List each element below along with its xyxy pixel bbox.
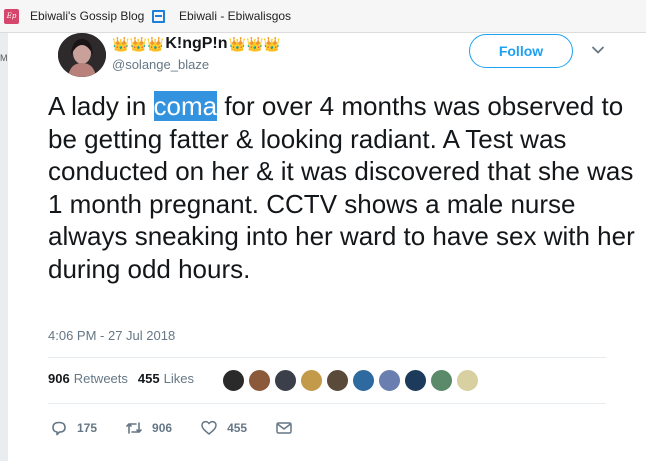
follow-button[interactable]: Follow xyxy=(469,34,573,68)
tweet-text-part: A lady in xyxy=(48,91,154,121)
retweets-label[interactable]: Retweets xyxy=(74,371,128,386)
tweet-actions: 175 906 455 xyxy=(50,419,321,437)
liker-avatar[interactable] xyxy=(274,369,297,392)
author-name-row[interactable]: 👑 👑 👑 K!ngP!n 👑 👑 👑 xyxy=(112,35,281,53)
liker-avatar[interactable] xyxy=(430,369,453,392)
direct-message-action[interactable] xyxy=(275,419,293,437)
bookmark-ebiwali-gossip-blog[interactable]: Ep Ebiwali's Gossip Blog xyxy=(4,8,152,24)
heart-icon xyxy=(201,420,217,435)
bookmarks-bar: Ep Ebiwali's Gossip Blog Ebiwali - Ebiwa… xyxy=(0,0,646,33)
liker-avatar[interactable] xyxy=(222,369,245,392)
reply-count: 175 xyxy=(77,421,98,435)
page-favicon-icon xyxy=(152,9,165,23)
selected-text-highlight: coma xyxy=(153,91,218,121)
liker-avatar[interactable] xyxy=(248,369,271,392)
envelope-icon xyxy=(276,422,292,434)
tweet-text: A lady in coma for over 4 months was obs… xyxy=(48,90,638,285)
likes-count[interactable]: 455 xyxy=(138,371,160,386)
chevron-down-icon[interactable] xyxy=(591,43,605,57)
user-handle[interactable]: @solange_blaze xyxy=(112,57,209,72)
ebiwali-favicon-icon: Ep xyxy=(4,8,19,24)
liker-avatars xyxy=(222,369,482,392)
crown-icon: 👑 xyxy=(263,35,281,52)
bookmark-label: Ebiwali - Ebiwalisgos xyxy=(179,9,292,23)
likes-label[interactable]: Likes xyxy=(164,371,194,386)
liker-avatar[interactable] xyxy=(326,369,349,392)
retweet-icon xyxy=(126,422,142,434)
divider xyxy=(48,403,606,404)
avatar[interactable] xyxy=(58,33,106,77)
bookmark-ebiwali-ebiwalisgos[interactable]: Ebiwali - Ebiwalisgos xyxy=(152,8,297,24)
liker-avatar[interactable] xyxy=(404,369,427,392)
crown-icon: 👑 xyxy=(146,35,165,52)
liker-avatar[interactable] xyxy=(456,369,479,392)
like-action[interactable]: 455 xyxy=(200,419,247,437)
crown-icon: 👑 xyxy=(228,35,246,52)
avatar-image xyxy=(58,33,106,77)
retweet-action[interactable]: 906 xyxy=(125,419,172,437)
liker-avatar[interactable] xyxy=(352,369,375,392)
display-name: K!ngP!n xyxy=(165,35,228,52)
retweets-count[interactable]: 906 xyxy=(48,371,70,386)
retweet-action-count: 906 xyxy=(152,421,173,435)
left-edge-strip: M xyxy=(0,33,8,461)
like-action-count: 455 xyxy=(227,421,248,435)
crown-icon: 👑 xyxy=(112,35,130,52)
divider xyxy=(48,357,606,358)
engagement-stats: 906 Retweets 455 Likes xyxy=(48,371,204,386)
tweet-timestamp[interactable]: 4:06 PM - 27 Jul 2018 xyxy=(48,328,175,343)
reply-action[interactable]: 175 xyxy=(50,419,97,437)
liker-avatar[interactable] xyxy=(378,369,401,392)
crown-icon: 👑 xyxy=(129,35,147,52)
liker-avatar[interactable] xyxy=(300,369,323,392)
tweet-card: 👑 👑 👑 K!ngP!n 👑 👑 👑 @solange_blaze Follo… xyxy=(8,33,646,461)
bookmark-label: Ebiwali's Gossip Blog xyxy=(30,9,145,23)
crown-icon: 👑 xyxy=(245,35,264,52)
reply-icon xyxy=(52,421,66,436)
